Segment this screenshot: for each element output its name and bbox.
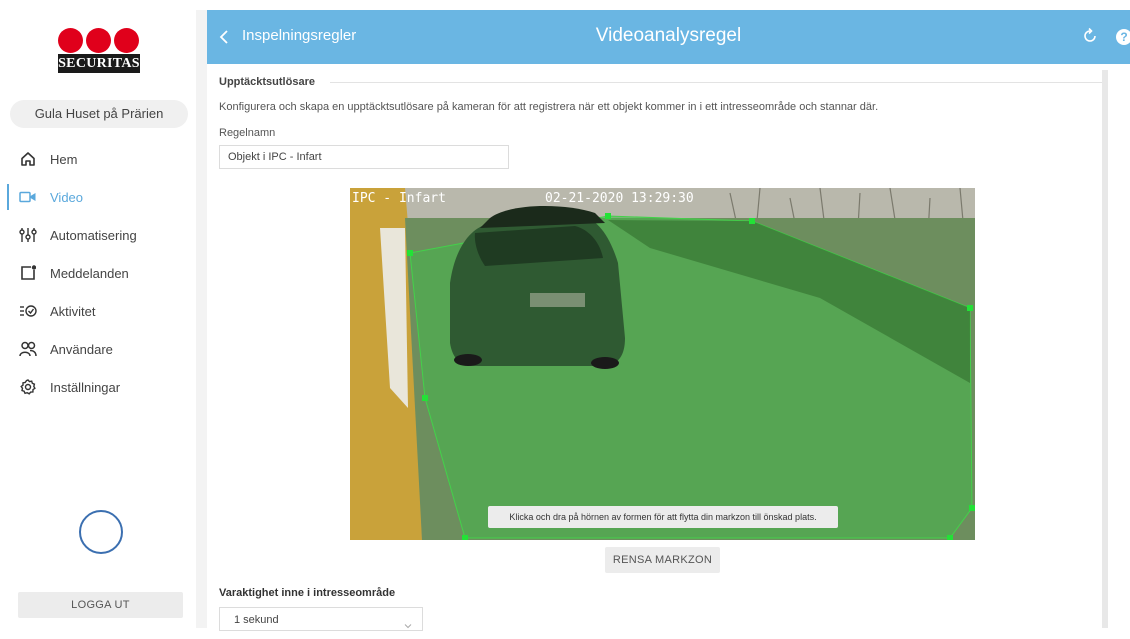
page-title: Videoanalysregel bbox=[595, 25, 742, 46]
sidebar-nav: Hem Video Automatisering Meddelanden Akt… bbox=[0, 140, 196, 406]
top-strip bbox=[0, 0, 1130, 10]
zone-hint-tooltip: Klicka och dra på hörnen av formen för a… bbox=[488, 506, 838, 528]
section-description: Konfigurera och skapa en upptäcktsutlösa… bbox=[219, 101, 879, 113]
duration-label: Varaktighet inne i intresseområde bbox=[219, 587, 396, 599]
camera-view[interactable]: IPC - Infart 02-21-2020 13:29:30 bbox=[350, 188, 975, 540]
sidebar-item-label: Inställningar bbox=[50, 379, 121, 395]
refresh-icon[interactable] bbox=[1081, 27, 1099, 45]
message-icon bbox=[18, 263, 38, 283]
loading-spinner bbox=[79, 510, 123, 554]
securitas-logo: SECURITAS bbox=[58, 28, 140, 84]
camera-overlay-label: IPC - Infart bbox=[352, 191, 446, 206]
help-icon[interactable]: ? bbox=[1116, 29, 1130, 45]
content-scrollbar[interactable] bbox=[1102, 70, 1108, 628]
users-icon bbox=[18, 339, 38, 359]
logout-button[interactable]: LOGGA UT bbox=[18, 592, 183, 618]
chevron-down-icon bbox=[404, 615, 412, 629]
sidebar-divider bbox=[196, 10, 207, 628]
sidebar-item-users[interactable]: Användare bbox=[0, 330, 196, 368]
home-icon bbox=[18, 149, 38, 169]
section-divider bbox=[330, 82, 1104, 83]
sidebar: SECURITAS Gula Huset på Prärien Hem Vide… bbox=[0, 10, 196, 628]
rule-name-label: Regelnamn bbox=[219, 127, 276, 139]
duration-value: 1 sekund bbox=[234, 614, 279, 626]
page-header: Inspelningsregler Videoanalysregel ? bbox=[207, 10, 1130, 64]
sidebar-item-home[interactable]: Hem bbox=[0, 140, 196, 178]
sidebar-item-label: Hem bbox=[50, 151, 78, 167]
sidebar-item-label: Meddelanden bbox=[50, 265, 129, 281]
sidebar-item-video[interactable]: Video bbox=[0, 178, 196, 216]
site-selector-button[interactable]: Gula Huset på Prärien bbox=[10, 100, 188, 128]
sidebar-item-label: Aktivitet bbox=[50, 303, 96, 319]
settings-icon bbox=[18, 377, 38, 397]
section-title: Upptäcktsutlösare bbox=[219, 76, 315, 88]
sidebar-item-label: Användare bbox=[50, 341, 113, 357]
rule-name-input[interactable] bbox=[219, 145, 509, 169]
video-camera-icon bbox=[18, 187, 38, 207]
sidebar-item-messages[interactable]: Meddelanden bbox=[0, 254, 196, 292]
sliders-icon bbox=[18, 225, 38, 245]
clear-zone-button[interactable]: RENSA MARKZON bbox=[605, 547, 720, 573]
sidebar-item-activity[interactable]: Aktivitet bbox=[0, 292, 196, 330]
sidebar-item-label: Automatisering bbox=[50, 227, 137, 243]
duration-select[interactable]: 1 sekund bbox=[219, 607, 423, 631]
sidebar-item-settings[interactable]: Inställningar bbox=[0, 368, 196, 406]
camera-timestamp: 02-21-2020 13:29:30 bbox=[545, 191, 694, 206]
sidebar-item-automation[interactable]: Automatisering bbox=[0, 216, 196, 254]
sidebar-item-label: Video bbox=[50, 189, 84, 205]
activity-icon bbox=[18, 301, 38, 321]
